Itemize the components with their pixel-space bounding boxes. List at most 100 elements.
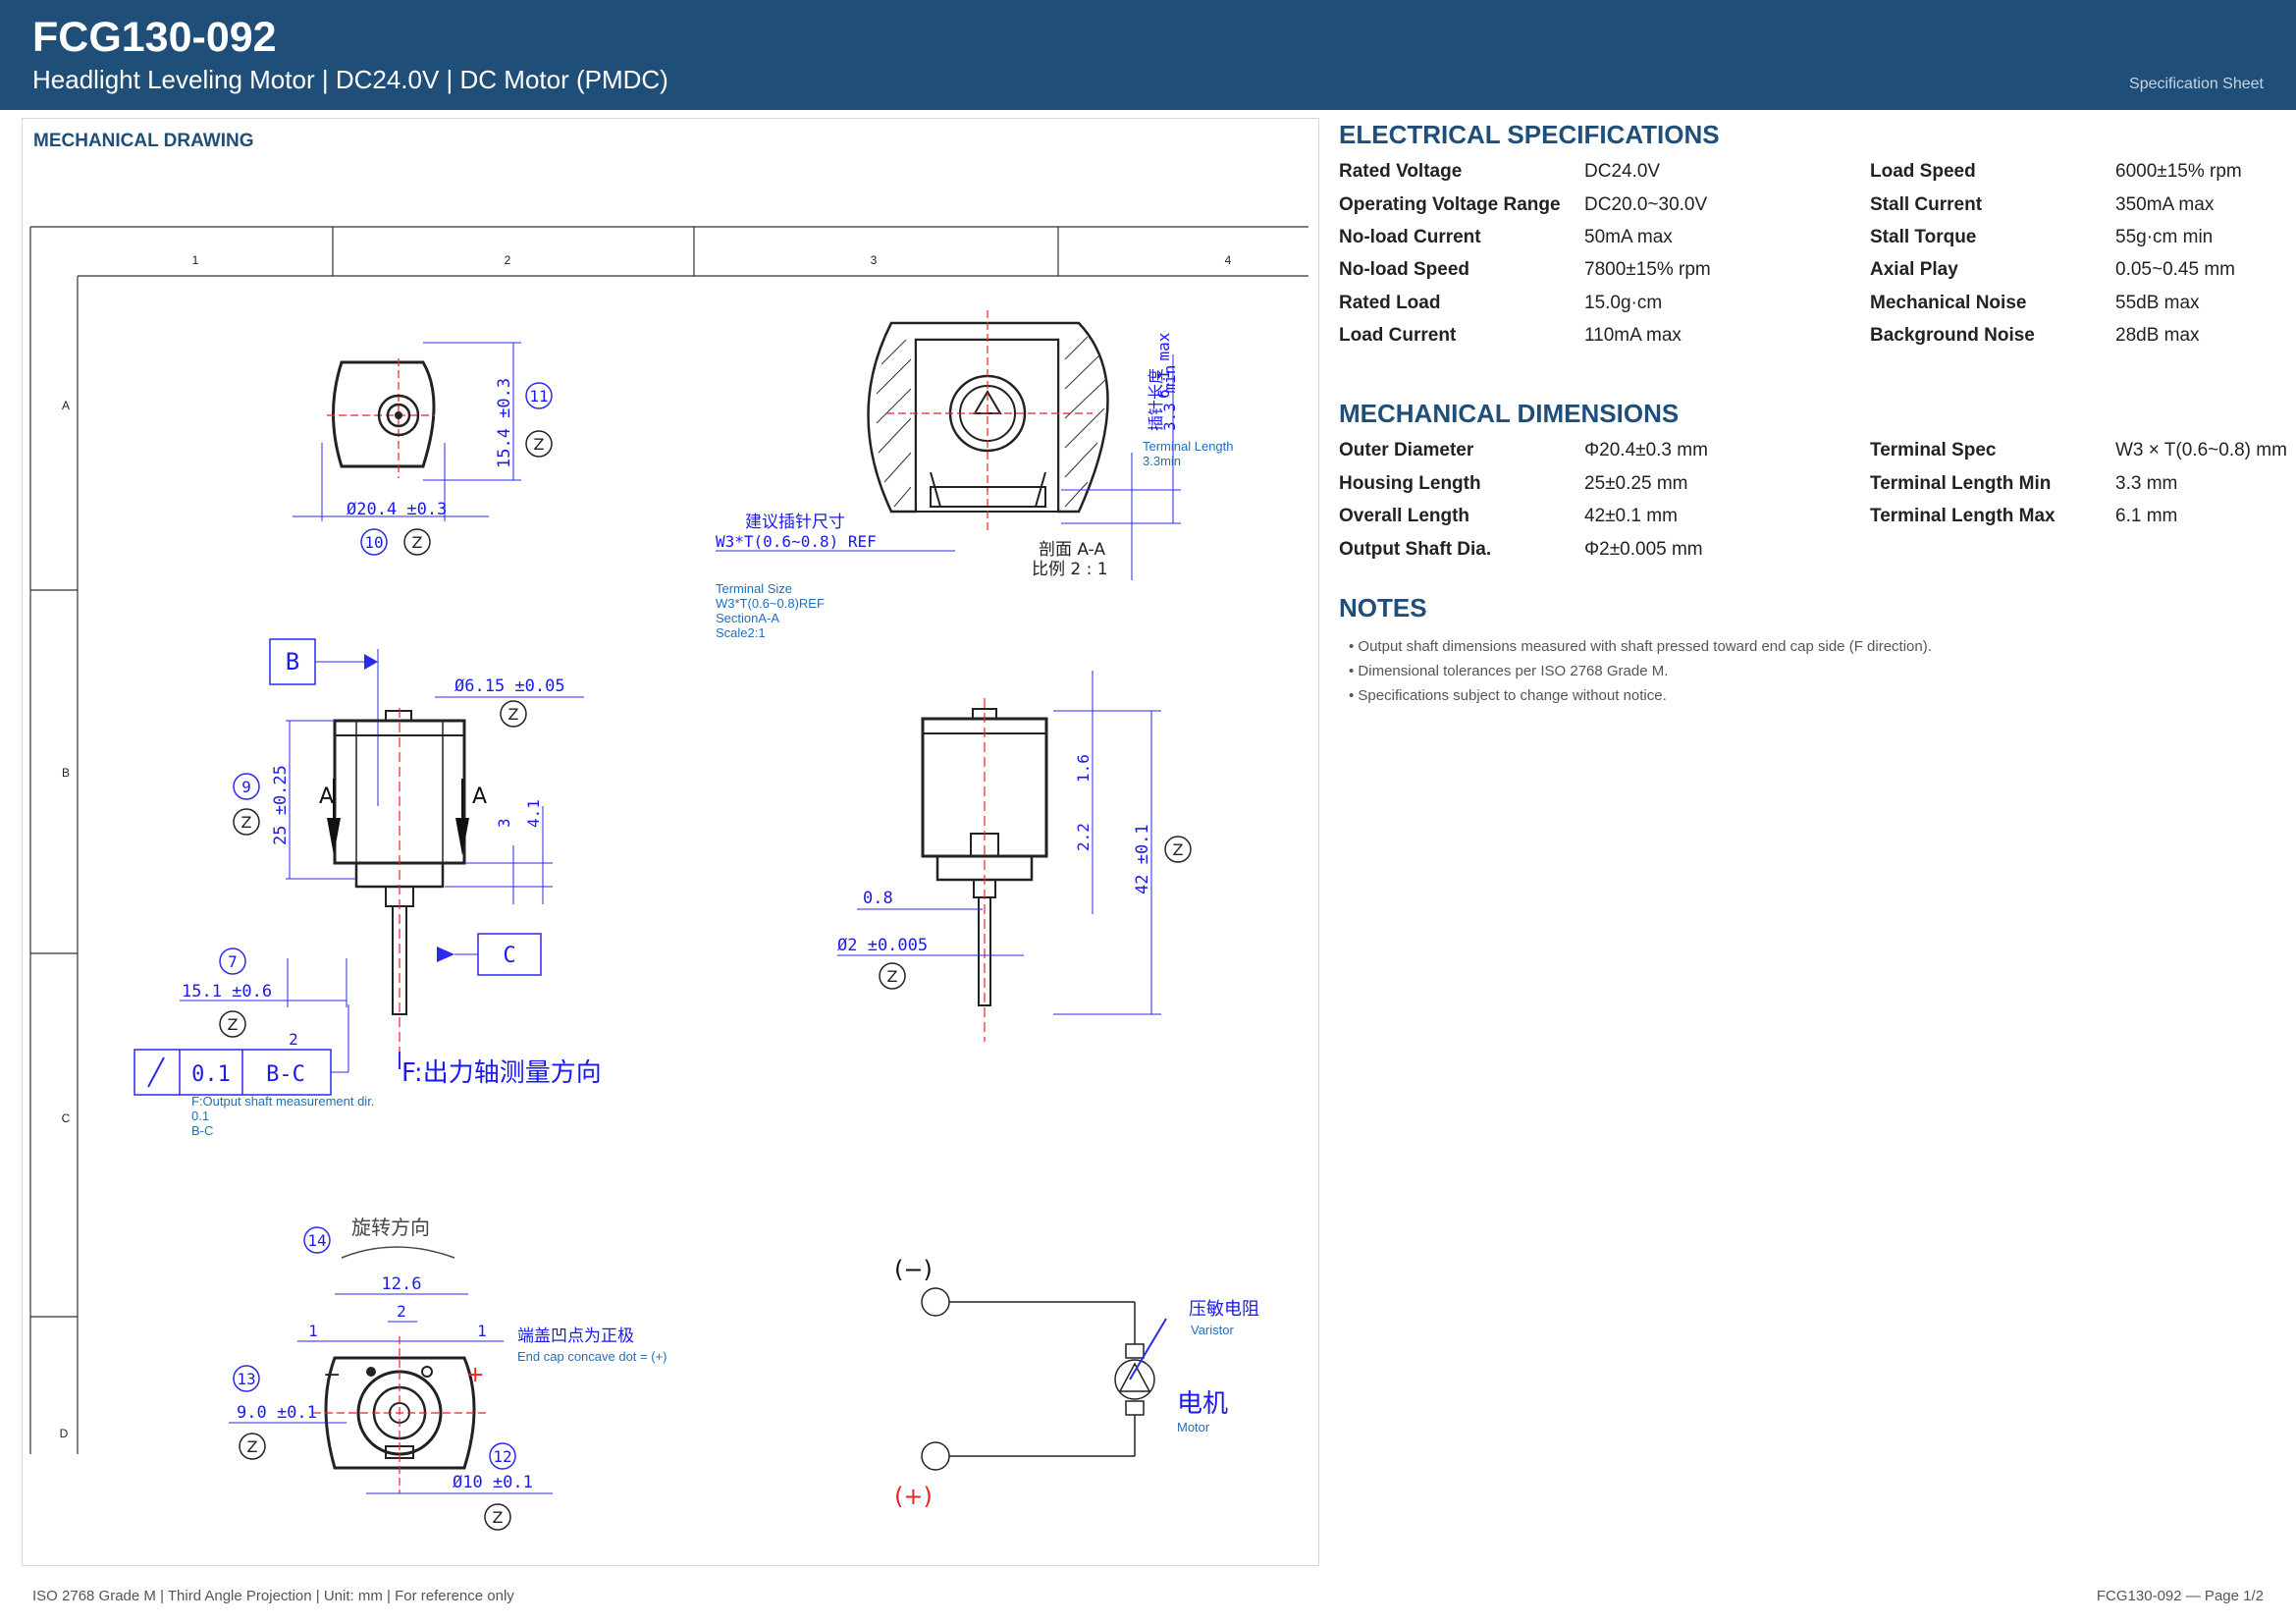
spec-label: Terminal Spec: [1870, 440, 1997, 460]
mechanical-drawing: 1 2 3 4 A B C D 15.4 ±0.3 Ø20.4 ±0.3 11 …: [29, 226, 1308, 1531]
zone-row-d: D: [60, 1427, 69, 1440]
varistor-cn: 压敏电阻: [1189, 1299, 1259, 1320]
spec-value: 7800±15% rpm: [1584, 259, 1711, 280]
varistor-en: Varistor: [1191, 1323, 1234, 1337]
spec-label: No-load Current: [1339, 227, 1481, 247]
zone-row-a: A: [62, 399, 70, 412]
f-direction-en2: 0.1: [191, 1109, 209, 1123]
section-en-2: W3*T(0.6~0.8)REF: [716, 596, 825, 611]
section-en-3: SectionA-A: [716, 611, 779, 625]
terminal-length-cn: 插针长度: [1147, 368, 1165, 431]
runout-sup: 2: [289, 1030, 298, 1049]
zone-row-c: C: [62, 1111, 71, 1125]
z-mark: Z: [247, 1437, 258, 1456]
positive-terminal: (+): [894, 1483, 933, 1510]
scale-label: 比例 2 : 1: [1032, 560, 1108, 579]
dim-2-2: 2.2: [1074, 823, 1093, 851]
spec-label: No-load Speed: [1339, 259, 1470, 280]
page-title: FCG130-092: [32, 14, 277, 61]
footer-right: FCG130-092 — Page 1/2: [2096, 1588, 2264, 1604]
dim-3: 3: [495, 818, 513, 828]
front-dia-dim: Ø20.4 ±0.3: [347, 500, 447, 519]
spec-value: 15.0g·cm: [1584, 293, 1663, 313]
balloon-13: 13: [237, 1370, 255, 1388]
dim-9-0: 9.0 ±0.1: [237, 1403, 317, 1423]
right-view: 42 ±0.1 Z 1.6 2.2 0.8 Ø2 ±0.005 Z: [837, 671, 1192, 1042]
z-mark: Z: [493, 1508, 504, 1527]
dim-4-1: 4.1: [524, 799, 543, 828]
spec-label: Load Speed: [1870, 161, 1976, 182]
mechanical-title: MECHANICAL DIMENSIONS: [1339, 399, 1680, 428]
balloon-12: 12: [493, 1447, 511, 1466]
spec-value: 25±0.25 mm: [1584, 473, 1688, 494]
footer-left: ISO 2768 Grade M | Third Angle Projectio…: [32, 1588, 514, 1604]
spec-value: 6000±15% rpm: [2115, 161, 2242, 182]
spec-value: 6.1 mm: [2115, 506, 2178, 526]
balloon-11: 11: [529, 387, 548, 406]
terminal-length-en2: 3.3min: [1143, 454, 1181, 468]
z-mark: Z: [241, 813, 252, 832]
front-view: 15.4 ±0.3 Ø20.4 ±0.3 11 Z 10 Z: [293, 342, 553, 556]
spec-label: Outer Diameter: [1339, 440, 1474, 460]
spec-value: 350mA max: [2115, 194, 2215, 215]
spec-label: Rated Load: [1339, 293, 1441, 313]
balloon-9: 9: [241, 778, 251, 796]
housing-length-dim: 25 ±0.25: [271, 765, 291, 845]
section-en-4: Scale2:1: [716, 625, 766, 640]
terminal-length-en: Terminal Length: [1143, 439, 1234, 454]
balloon-14: 14: [307, 1231, 326, 1250]
spec-value: 0.05~0.45 mm: [2115, 259, 2235, 280]
motor-en: Motor: [1177, 1420, 1210, 1435]
dim-12-6: 12.6: [382, 1274, 422, 1294]
header-bar: FCG130-092 Headlight Leveling Motor | DC…: [0, 0, 2296, 110]
balloon-7: 7: [228, 952, 238, 971]
spec-value: DC24.0V: [1584, 161, 1661, 182]
dim-0-8: 0.8: [863, 889, 893, 908]
z-mark: Z: [412, 533, 423, 552]
page-subtitle: Headlight Leveling Motor | DC24.0V | DC …: [32, 65, 668, 94]
datum-c: C: [503, 944, 515, 968]
svg-text:−: −: [323, 1363, 341, 1387]
spec-value: 50mA max: [1584, 227, 1673, 247]
spec-label: Operating Voltage Range: [1339, 194, 1561, 215]
spec-label: Rated Voltage: [1339, 161, 1463, 182]
overall-length-dim: 42 ±0.1: [1133, 824, 1152, 894]
svg-text:+: +: [466, 1363, 484, 1387]
spec-label: Terminal Length Max: [1870, 506, 2056, 526]
drawing-panel: MECHANICAL DRAWING 1 2 3 4 A B C D 15.4 …: [22, 118, 1319, 1566]
zone-col-1: 1: [192, 253, 199, 267]
z-mark: Z: [1173, 840, 1184, 859]
shaft-dia-dim: Ø6.15 ±0.05: [454, 677, 565, 696]
spec-value: 55dB max: [2115, 293, 2200, 313]
z-mark: Z: [228, 1015, 239, 1034]
shaft-length-dim: 15.1 ±0.6: [182, 982, 272, 1001]
spec-label: Overall Length: [1339, 506, 1470, 526]
negative-terminal: (−): [894, 1256, 933, 1283]
section-view: 6.1 max 3.3 min 插针长度 Terminal Length 3.3…: [716, 310, 1234, 640]
note-item: • Specifications subject to change witho…: [1349, 687, 1667, 704]
spec-value: DC20.0~30.0V: [1584, 194, 1708, 215]
sheet-label: Specification Sheet: [2129, 76, 2264, 92]
spec-value: W3 × T(0.6~0.8) mm: [2115, 440, 2287, 460]
spec-value: Φ20.4±0.3 mm: [1584, 440, 1708, 460]
zone-frame: [29, 226, 1308, 1454]
spec-label: Terminal Length Min: [1870, 473, 2052, 494]
note-item: • Output shaft dimensions measured with …: [1349, 638, 1932, 655]
electrical-title: ELECTRICAL SPECIFICATIONS: [1339, 120, 1720, 149]
spec-label: Axial Play: [1870, 259, 1958, 280]
front-height-dim: 15.4 ±0.3: [495, 378, 514, 468]
f-direction-cn: F:出力轴测量方向: [401, 1058, 602, 1088]
end-view: 14 旋转方向 12.6 2 1 1 + − 端盖凹点为正极 End cap c…: [229, 1216, 667, 1531]
spec-value: 3.3 mm: [2115, 473, 2178, 494]
spec-value: 55g·cm min: [2115, 227, 2214, 247]
dim-1-6: 1.6: [1074, 754, 1093, 783]
dim-dia-10: Ø10 ±0.1: [453, 1473, 533, 1492]
notes-title: NOTES: [1339, 593, 1427, 623]
note-item: • Dimensional tolerances per ISO 2768 Gr…: [1349, 663, 1669, 679]
spec-label: Background Noise: [1870, 325, 2035, 346]
end-cap-dot-en: End cap concave dot = (+): [517, 1349, 667, 1364]
spec-value: 42±0.1 mm: [1584, 506, 1678, 526]
suggest-terminal-cn: 建议插针尺寸: [745, 513, 845, 532]
output-shaft-dia-dim: Ø2 ±0.005: [837, 936, 928, 955]
zone-col-4: 4: [1225, 253, 1232, 267]
